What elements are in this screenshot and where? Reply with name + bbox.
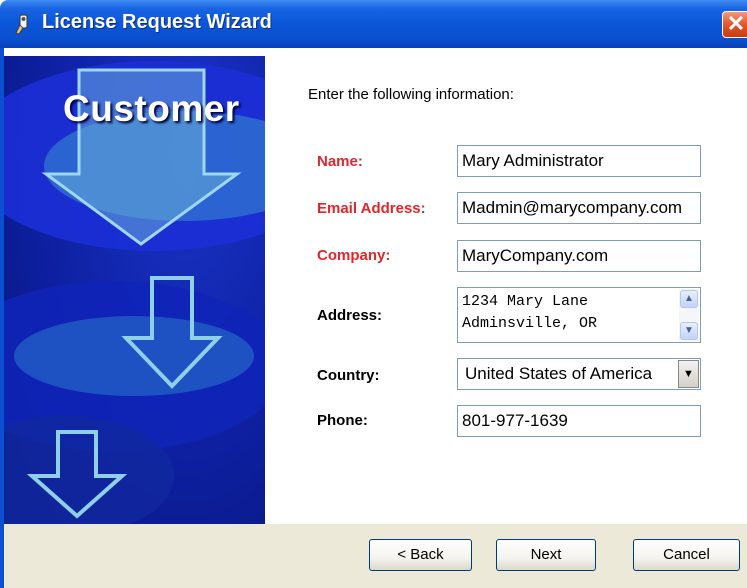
scroll-down-icon[interactable]: ▼ [680, 322, 698, 340]
window-title: License Request Wizard [42, 11, 272, 33]
email-label: Email Address: [317, 200, 426, 217]
name-field[interactable]: Mary Administrator [457, 145, 701, 177]
country-select[interactable]: United States of America ▼ [457, 358, 701, 390]
close-button[interactable]: ✕ [722, 11, 747, 38]
phone-label: Phone: [317, 412, 368, 429]
company-label: Company: [317, 247, 391, 264]
banner-heading: Customer [63, 88, 240, 129]
address-text: 1234 Mary Lane Adminsville, OR [462, 293, 598, 332]
email-field[interactable]: Madmin@marycompany.com [457, 192, 701, 224]
name-label: Name: [317, 153, 363, 170]
chevron-down-icon[interactable]: ▼ [678, 360, 699, 388]
address-field[interactable]: 1234 Mary Lane Adminsville, OR ▲ ▼ [457, 287, 701, 343]
next-button[interactable]: Next [496, 539, 596, 571]
side-banner: Customer [4, 56, 265, 524]
phone-field[interactable]: 801-977-1639 [457, 405, 701, 437]
back-button[interactable]: < Back [369, 539, 472, 571]
close-icon: ✕ [726, 11, 746, 36]
title-bar[interactable]: License Request Wizard ✕ [0, 0, 747, 48]
instruction-text: Enter the following information: [308, 86, 514, 103]
cancel-button[interactable]: Cancel [633, 539, 740, 571]
address-scrollbar[interactable]: ▲ ▼ [679, 289, 699, 341]
scroll-up-icon[interactable]: ▲ [680, 290, 698, 308]
wizard-app-icon [15, 14, 28, 35]
country-label: Country: [317, 367, 380, 384]
company-field[interactable]: MaryCompany.com [457, 240, 701, 272]
address-label: Address: [317, 307, 383, 324]
country-value: United States of America [465, 364, 653, 383]
